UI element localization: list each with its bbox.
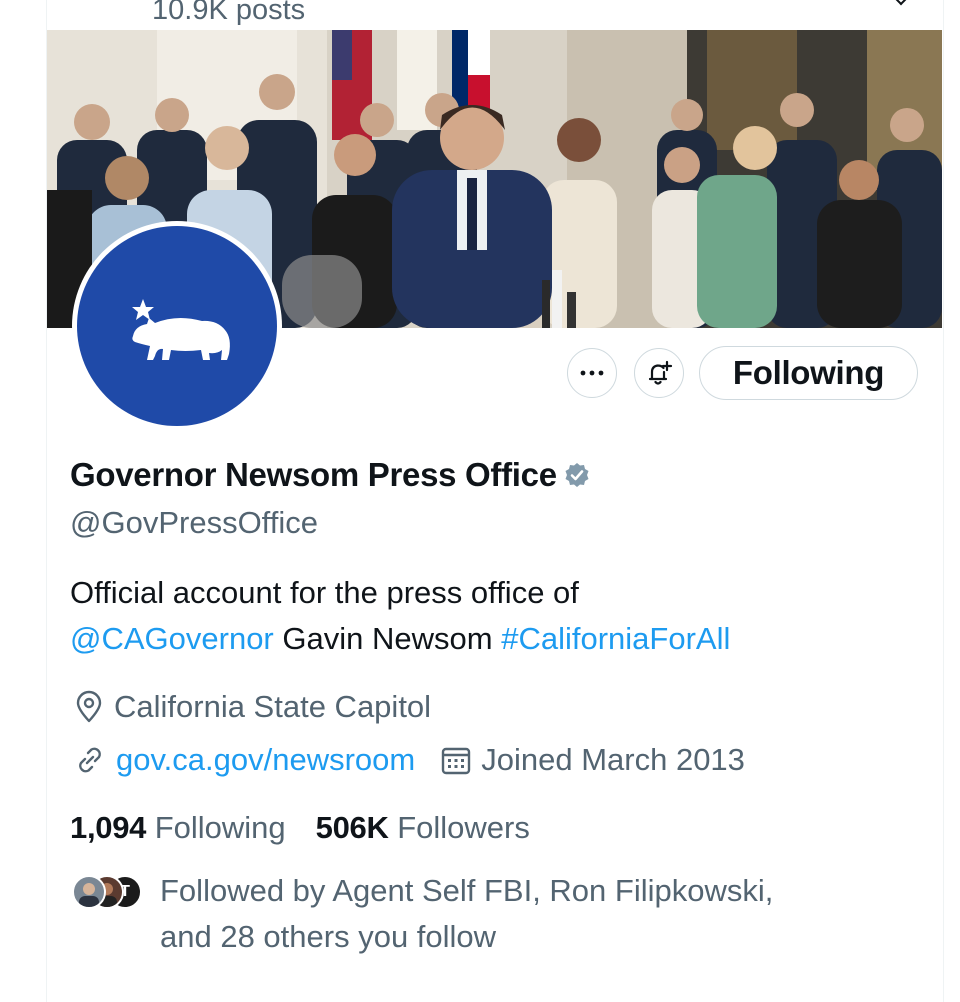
joined-date: Joined March 2013	[439, 742, 745, 778]
website-joined-row: gov.ca.gov/newsroom Joined March 2013	[72, 742, 745, 778]
bio-text: Official account for the press office of	[70, 575, 579, 610]
display-name-text: Governor Newsom Press Office	[70, 456, 557, 493]
followers-count-link[interactable]: 506K Followers	[316, 810, 530, 846]
followers-count: 506K	[315, 810, 389, 845]
followed-by-line2: and 28 others you follow	[160, 919, 497, 954]
following-button[interactable]: Following	[699, 346, 918, 400]
following-count-link[interactable]: 1,094 Following	[70, 810, 286, 846]
joined-text: Joined March 2013	[481, 742, 745, 777]
bio-text-2: Gavin Newsom	[282, 621, 493, 656]
bear-star-logo	[77, 226, 277, 426]
calendar-icon	[439, 743, 473, 777]
bio-mention-link[interactable]: @CAGovernor	[70, 621, 274, 656]
website-link[interactable]: gov.ca.gov/newsroom	[116, 742, 415, 778]
follow-stats: 1,094 Following 506K Followers	[70, 810, 560, 846]
posts-count: 10.9K posts	[152, 0, 306, 26]
bell-plus-icon	[648, 360, 673, 385]
followers-label: Followers	[397, 810, 530, 845]
more-button[interactable]	[567, 348, 617, 398]
profile-avatar[interactable]	[72, 221, 282, 431]
followed-by-line1: Followed by Agent Self FBI, Ron Filipkow…	[160, 873, 774, 908]
following-label: Following	[154, 810, 286, 845]
link-icon	[72, 742, 108, 778]
location-text: California State Capitol	[114, 689, 432, 724]
follower-avatars: T	[72, 875, 144, 911]
location-row: California State Capitol	[72, 689, 431, 725]
bio: Official account for the press office of…	[70, 570, 910, 662]
more-icon	[580, 370, 604, 376]
following-count: 1,094	[70, 810, 147, 845]
follower-avatar	[72, 875, 106, 909]
user-handle: @GovPressOffice	[70, 505, 318, 540]
location-pin-icon	[72, 690, 106, 724]
display-name: Governor Newsom Press Office	[70, 456, 591, 494]
bio-hashtag-link[interactable]: #CaliforniaForAll	[501, 621, 730, 656]
followed-by[interactable]: T Followed by Agent Self FBI, Ron Filipk…	[72, 872, 912, 960]
followed-by-text: Followed by Agent Self FBI, Ron Filipkow…	[160, 868, 900, 960]
verified-badge-icon[interactable]	[563, 461, 591, 489]
notifications-button[interactable]	[634, 348, 684, 398]
